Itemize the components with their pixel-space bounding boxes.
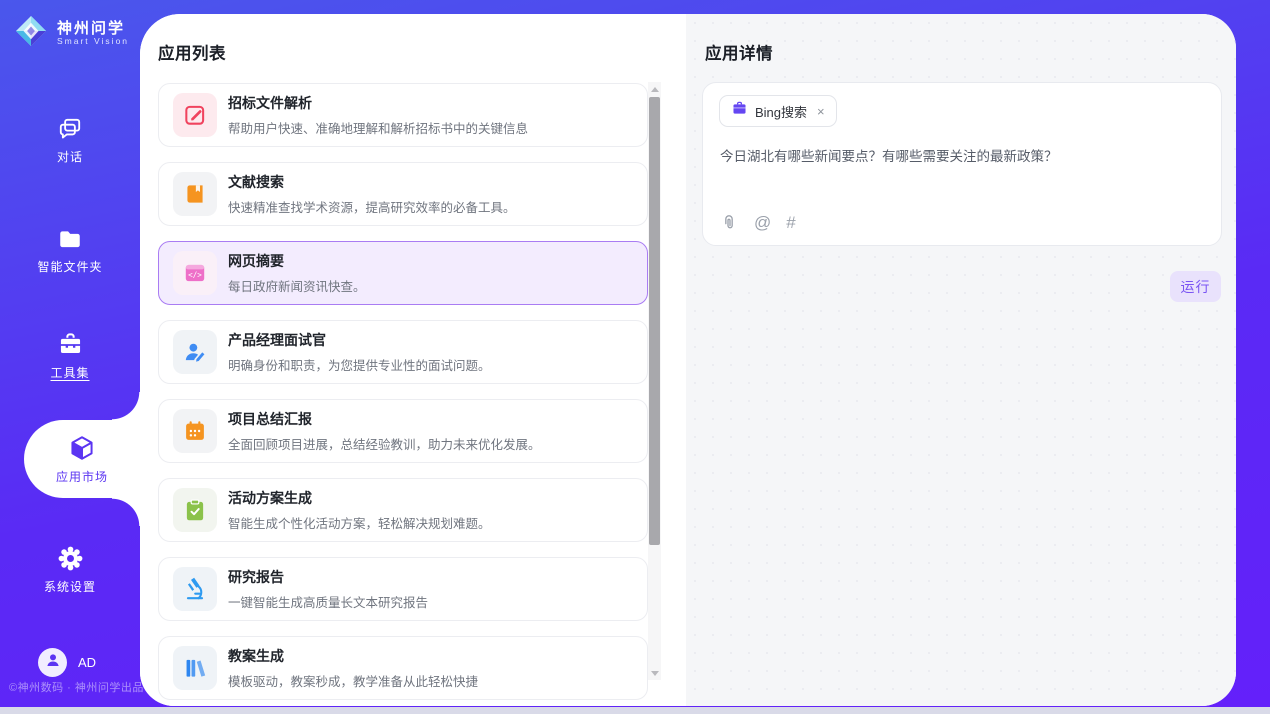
- cube-icon: [68, 434, 96, 462]
- sidebar-item-label: 系统设置: [44, 578, 96, 595]
- app-card-desc: 明确身份和职责，为您提供专业性的面试问题。: [228, 355, 491, 374]
- at-icon[interactable]: @: [754, 213, 771, 233]
- app-card-desc: 帮助用户快速、准确地理解和解析招标书中的关键信息: [228, 118, 528, 137]
- scrollbar-down-button[interactable]: [648, 666, 661, 680]
- window-bottom-edge: [0, 707, 1270, 714]
- tool-chip-label: Bing搜索: [755, 102, 807, 121]
- gear-icon: [57, 545, 84, 572]
- hash-icon[interactable]: #: [786, 213, 795, 233]
- tool-chip[interactable]: Bing搜索 ×: [719, 95, 837, 127]
- app-card-1[interactable]: 招标文件解析 帮助用户快速、准确地理解和解析招标书中的关键信息: [158, 83, 648, 147]
- prompt-input[interactable]: 今日湖北有哪些新闻要点？有哪些需要关注的最新政策？: [720, 147, 1206, 167]
- app-card-title: 项目总结汇报: [228, 409, 541, 429]
- app-card-6[interactable]: 活动方案生成 智能生成个性化活动方案，轻松解决规划难题。: [158, 478, 648, 542]
- app-list-title: 应用列表: [158, 40, 226, 64]
- app-card-4[interactable]: 产品经理面试官 明确身份和职责，为您提供专业性的面试问题。: [158, 320, 648, 384]
- person-icon: [44, 651, 62, 674]
- browser-code-icon: </>: [173, 251, 217, 295]
- sidebar: 神州问学 Smart Vision 对话 智能文件夹 工具集 应用市场 系统设置…: [0, 0, 140, 707]
- app-card-7[interactable]: 研究报告 一键智能生成高质量长文本研究报告: [158, 557, 648, 621]
- app-card-title: 活动方案生成: [228, 488, 491, 508]
- toolbox-icon: [57, 331, 84, 358]
- sidebar-item-label: 工具集: [50, 364, 89, 381]
- user-initials: AD: [78, 655, 96, 670]
- app-card-title: 研究报告: [228, 567, 428, 587]
- app-card-title: 产品经理面试官: [228, 330, 491, 350]
- app-card-3[interactable]: </> 网页摘要 每日政府新闻资讯快查。: [158, 241, 648, 305]
- calendar-icon: [173, 409, 217, 453]
- scrollbar-up-button[interactable]: [648, 82, 661, 96]
- microscope-icon: [173, 567, 217, 611]
- app-card-title: 网页摘要: [228, 251, 366, 271]
- app-card-desc: 智能生成个性化活动方案，轻松解决规划难题。: [228, 513, 491, 532]
- sidebar-item-label: 对话: [57, 148, 83, 165]
- main-container: 应用列表 招标文件解析 帮助用户快速、准确地理解和解析招标书中的关键信息 文献搜…: [140, 14, 1236, 706]
- prompt-card[interactable]: Bing搜索 × 今日湖北有哪些新闻要点？有哪些需要关注的最新政策？ @#: [702, 82, 1222, 246]
- edit-doc-icon: [173, 93, 217, 137]
- app-card-2[interactable]: 文献搜索 快速精准查找学术资源，提高研究效率的必备工具。: [158, 162, 648, 226]
- folder-icon: [57, 226, 83, 252]
- app-card-title: 文献搜索: [228, 172, 516, 192]
- app-card-desc: 每日政府新闻资讯快查。: [228, 276, 366, 295]
- user-row[interactable]: AD: [38, 648, 96, 677]
- sidebar-item-4[interactable]: 应用市场: [24, 420, 140, 498]
- sidebar-item-3[interactable]: 工具集: [0, 326, 140, 386]
- app-card-5[interactable]: 项目总结汇报 全面回顾项目进展，总结经验教训，助力未来优化发展。: [158, 399, 648, 463]
- sidebar-item-5[interactable]: 系统设置: [0, 540, 140, 600]
- copyright-footer: ©神州数码 · 神州问学出品: [9, 679, 144, 695]
- app-list-pane: 应用列表 招标文件解析 帮助用户快速、准确地理解和解析招标书中的关键信息 文献搜…: [140, 14, 686, 706]
- triangle-down-icon: [651, 671, 659, 676]
- paperclip-icon[interactable]: [719, 213, 739, 233]
- close-icon[interactable]: ×: [817, 105, 825, 118]
- app-card-desc: 模板驱动，教案秒成，教学准备从此轻松快捷: [228, 671, 478, 690]
- scrollbar[interactable]: [648, 82, 661, 680]
- app-list: 招标文件解析 帮助用户快速、准确地理解和解析招标书中的关键信息 文献搜索 快速精…: [158, 83, 648, 706]
- app-detail-pane: 应用详情 Bing搜索 × 今日湖北有哪些新闻要点？有哪些需要关注的最新政策？ …: [686, 14, 1236, 706]
- app-card-8[interactable]: 教案生成 模板驱动，教案秒成，教学准备从此轻松快捷: [158, 636, 648, 700]
- run-button[interactable]: 运行: [1170, 271, 1221, 302]
- app-card-title: 教案生成: [228, 646, 478, 666]
- briefcase-icon: [731, 100, 748, 122]
- avatar: [38, 648, 67, 677]
- sidebar-nav: 对话 智能文件夹 工具集 应用市场 系统设置: [0, 0, 140, 707]
- sidebar-item-label: 智能文件夹: [37, 258, 102, 275]
- attachment-toolbar: @#: [719, 213, 796, 233]
- app-card-desc: 全面回顾项目进展，总结经验教训，助力未来优化发展。: [228, 434, 541, 453]
- app-card-desc: 快速精准查找学术资源，提高研究效率的必备工具。: [228, 197, 516, 216]
- chat-icon: [57, 116, 83, 142]
- app-detail-title: 应用详情: [705, 40, 773, 64]
- sidebar-item-label: 应用市场: [56, 468, 108, 485]
- interviewer-icon: [173, 330, 217, 374]
- clipboard-check-icon: [173, 488, 217, 532]
- triangle-up-icon: [651, 87, 659, 92]
- books-icon: [173, 646, 217, 690]
- sidebar-item-2[interactable]: 智能文件夹: [0, 220, 140, 280]
- sidebar-item-1[interactable]: 对话: [0, 110, 140, 170]
- app-card-title: 招标文件解析: [228, 93, 528, 113]
- book-icon: [173, 172, 217, 216]
- svg-text:</>: </>: [188, 271, 202, 280]
- app-card-desc: 一键智能生成高质量长文本研究报告: [228, 592, 428, 611]
- scrollbar-thumb[interactable]: [649, 97, 660, 545]
